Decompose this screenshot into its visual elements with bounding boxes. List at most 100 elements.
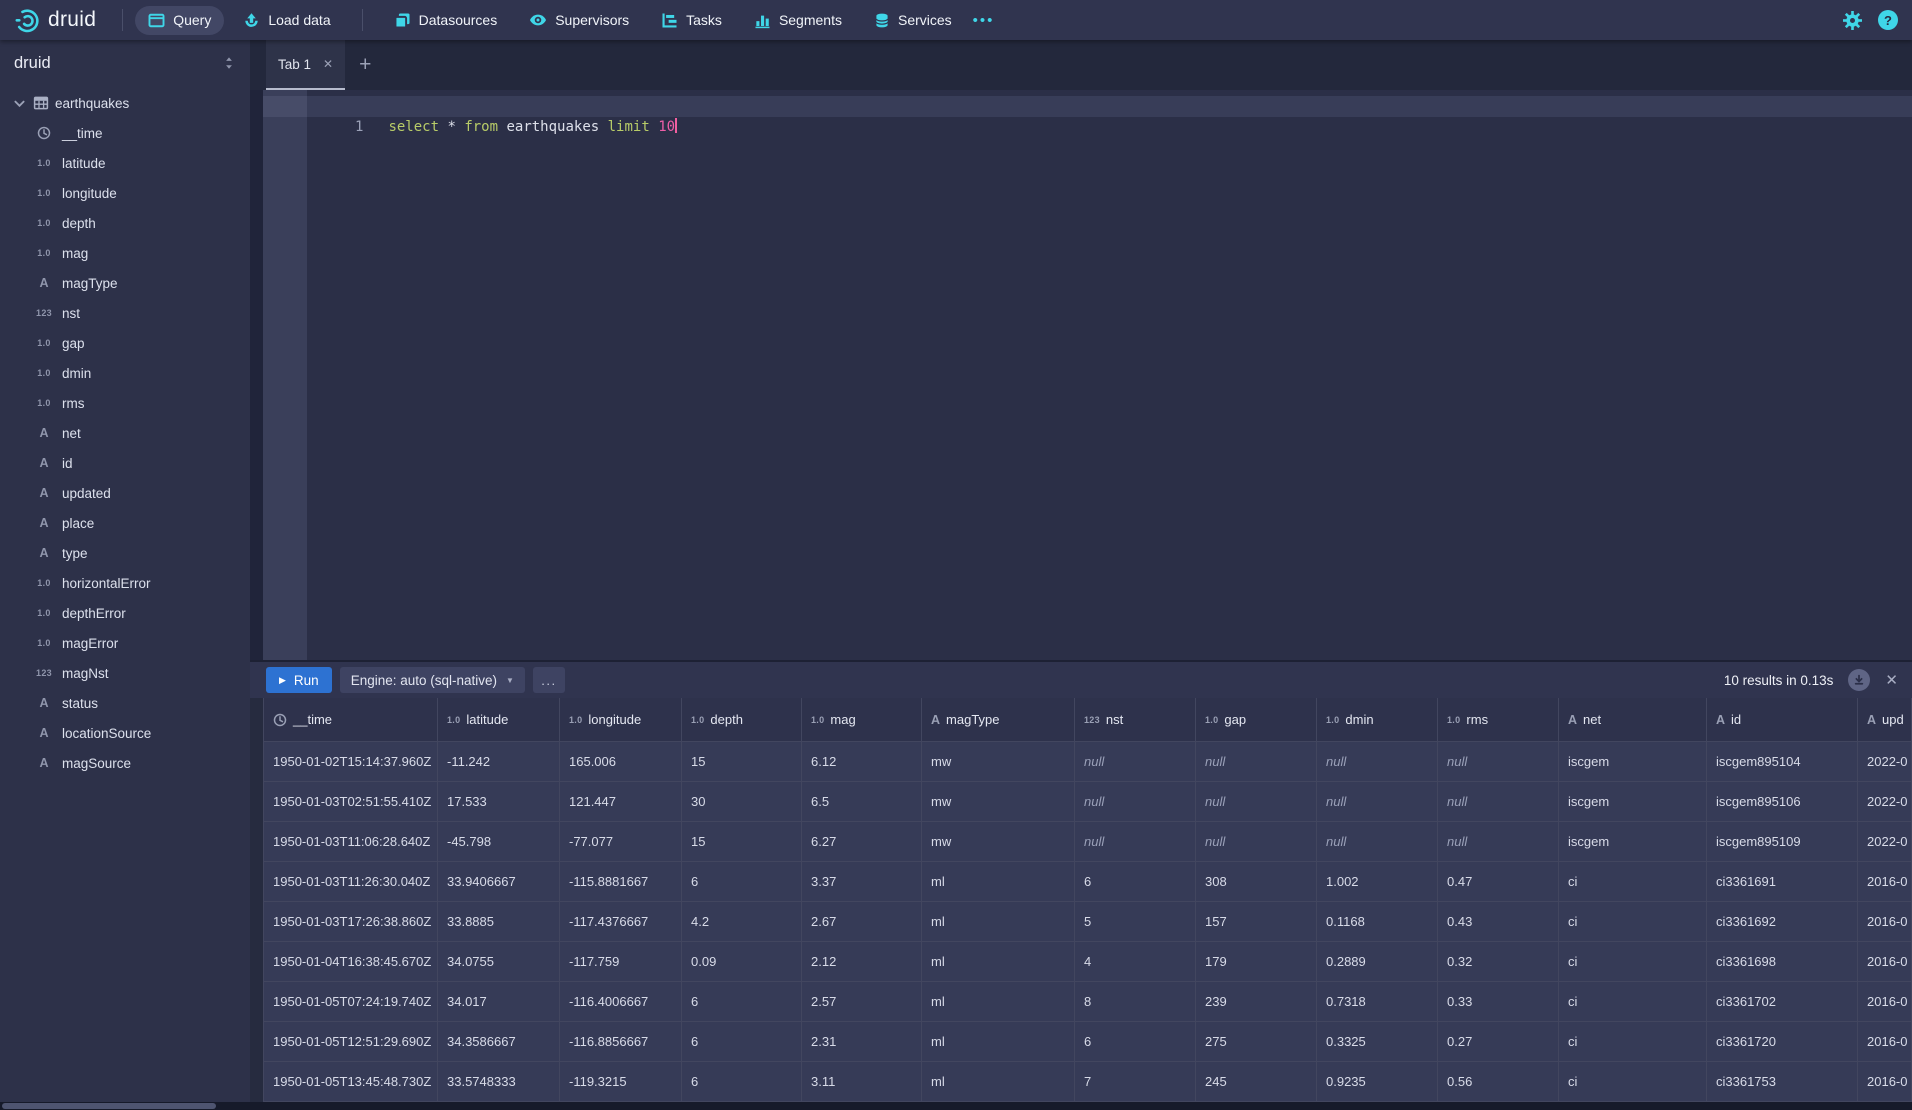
column-header-gap[interactable]: 1.0gap — [1196, 698, 1317, 741]
settings-gear-icon[interactable] — [1843, 11, 1862, 30]
cell[interactable]: mw — [922, 782, 1075, 821]
column-item-nst[interactable]: 123nst — [0, 298, 250, 328]
cell[interactable]: ci — [1559, 862, 1707, 901]
column-item-deptherror[interactable]: 1.0depthError — [0, 598, 250, 628]
cell[interactable]: 1950-01-05T12:51:29.690Z — [264, 1022, 438, 1061]
cell[interactable]: ci — [1559, 982, 1707, 1021]
tab-close-icon[interactable]: ✕ — [323, 57, 333, 71]
cell[interactable]: ml — [922, 902, 1075, 941]
nav-item-load-data[interactable]: Load data — [230, 6, 343, 35]
cell[interactable]: 0.43 — [1438, 902, 1559, 941]
cell[interactable]: 6.12 — [802, 742, 922, 781]
cell[interactable]: 2022-0 — [1858, 782, 1912, 821]
cell[interactable]: 33.5748333 — [438, 1062, 560, 1101]
cell[interactable]: -77.077 — [560, 822, 682, 861]
cell[interactable]: 8 — [1075, 982, 1196, 1021]
cell[interactable]: 2.57 — [802, 982, 922, 1021]
cell[interactable]: 0.32 — [1438, 942, 1559, 981]
cell[interactable]: 1950-01-03T11:06:28.640Z — [264, 822, 438, 861]
cell[interactable]: 7 — [1075, 1062, 1196, 1101]
cell[interactable]: 2016-0 — [1858, 1022, 1912, 1061]
cell[interactable]: 0.47 — [1438, 862, 1559, 901]
cell[interactable]: 308 — [1196, 862, 1317, 901]
cell[interactable]: 33.8885 — [438, 902, 560, 941]
code-line-1[interactable]: 1select * from earthquakes limit 10 — [263, 96, 1912, 117]
cell[interactable]: null — [1317, 822, 1438, 861]
cell[interactable]: ci3361691 — [1707, 862, 1858, 901]
double-caret-vertical-icon[interactable] — [222, 56, 236, 70]
cell[interactable]: -117.759 — [560, 942, 682, 981]
column-item-net[interactable]: Anet — [0, 418, 250, 448]
cell[interactable]: -119.3215 — [560, 1062, 682, 1101]
column-item-horizontalerror[interactable]: 1.0horizontalError — [0, 568, 250, 598]
cell[interactable]: null — [1438, 782, 1559, 821]
cell[interactable]: -116.4006667 — [560, 982, 682, 1021]
cell[interactable]: ci3361698 — [1707, 942, 1858, 981]
cell[interactable]: 6 — [682, 1062, 802, 1101]
cell[interactable]: 4 — [1075, 942, 1196, 981]
nav-item-supervisors[interactable]: Supervisors — [516, 5, 642, 35]
cell[interactable]: null — [1317, 742, 1438, 781]
nav-item-segments[interactable]: Segments — [741, 6, 855, 35]
cell[interactable]: ml — [922, 1062, 1075, 1101]
horizontal-scrollbar[interactable] — [0, 1102, 1912, 1110]
cell[interactable]: null — [1317, 782, 1438, 821]
cell[interactable]: -11.242 — [438, 742, 560, 781]
column-item-status[interactable]: Astatus — [0, 688, 250, 718]
column-item--time[interactable]: __time — [0, 118, 250, 148]
cell[interactable]: iscgem — [1559, 822, 1707, 861]
column-item-gap[interactable]: 1.0gap — [0, 328, 250, 358]
cell[interactable]: ml — [922, 982, 1075, 1021]
column-header-longitude[interactable]: 1.0longitude — [560, 698, 682, 741]
cell[interactable]: ml — [922, 942, 1075, 981]
column-item-locationsource[interactable]: AlocationSource — [0, 718, 250, 748]
cell[interactable]: 1.002 — [1317, 862, 1438, 901]
cell[interactable]: ci — [1559, 902, 1707, 941]
column-item-magerror[interactable]: 1.0magError — [0, 628, 250, 658]
cell[interactable]: 2016-0 — [1858, 982, 1912, 1021]
cell[interactable]: -116.8856667 — [560, 1022, 682, 1061]
cell[interactable]: 30 — [682, 782, 802, 821]
cell[interactable]: -117.4376667 — [560, 902, 682, 941]
column-item-dmin[interactable]: 1.0dmin — [0, 358, 250, 388]
cell[interactable]: 4.2 — [682, 902, 802, 941]
cell[interactable]: 6 — [682, 982, 802, 1021]
cell[interactable]: 0.9235 — [1317, 1062, 1438, 1101]
cell[interactable]: iscgem895109 — [1707, 822, 1858, 861]
cell[interactable]: 15 — [682, 822, 802, 861]
cell[interactable]: 0.2889 — [1317, 942, 1438, 981]
cell[interactable]: iscgem895106 — [1707, 782, 1858, 821]
cell[interactable]: 6.27 — [802, 822, 922, 861]
cell[interactable]: 275 — [1196, 1022, 1317, 1061]
download-icon[interactable] — [1848, 669, 1870, 691]
cell[interactable]: 245 — [1196, 1062, 1317, 1101]
cell[interactable]: null — [1075, 742, 1196, 781]
cell[interactable]: 121.447 — [560, 782, 682, 821]
nav-item-datasources[interactable]: Datasources — [381, 6, 511, 35]
cell[interactable]: ci — [1559, 1062, 1707, 1101]
cell[interactable]: 2016-0 — [1858, 862, 1912, 901]
cell[interactable]: 165.006 — [560, 742, 682, 781]
cell[interactable]: 1950-01-05T13:45:48.730Z — [264, 1062, 438, 1101]
cell[interactable]: 0.27 — [1438, 1022, 1559, 1061]
cell[interactable]: 2016-0 — [1858, 942, 1912, 981]
cell[interactable]: ci3361702 — [1707, 982, 1858, 1021]
column-header-depth[interactable]: 1.0depth — [682, 698, 802, 741]
column-item-longitude[interactable]: 1.0longitude — [0, 178, 250, 208]
cell[interactable]: 15 — [682, 742, 802, 781]
cell[interactable]: 2.67 — [802, 902, 922, 941]
cell[interactable]: 2022-0 — [1858, 742, 1912, 781]
column-item-updated[interactable]: Aupdated — [0, 478, 250, 508]
column-item-magsource[interactable]: AmagSource — [0, 748, 250, 778]
cell[interactable]: 1950-01-03T11:26:30.040Z — [264, 862, 438, 901]
cell[interactable]: 2016-0 — [1858, 902, 1912, 941]
cell[interactable]: 2016-0 — [1858, 1062, 1912, 1101]
cell[interactable]: 157 — [1196, 902, 1317, 941]
nav-item-tasks[interactable]: Tasks — [648, 6, 735, 35]
cell[interactable]: 34.0755 — [438, 942, 560, 981]
cell[interactable]: -45.798 — [438, 822, 560, 861]
column-item-latitude[interactable]: 1.0latitude — [0, 148, 250, 178]
scrollbar-thumb[interactable] — [2, 1103, 216, 1109]
cell[interactable]: 33.9406667 — [438, 862, 560, 901]
cell[interactable]: 6 — [682, 1022, 802, 1061]
